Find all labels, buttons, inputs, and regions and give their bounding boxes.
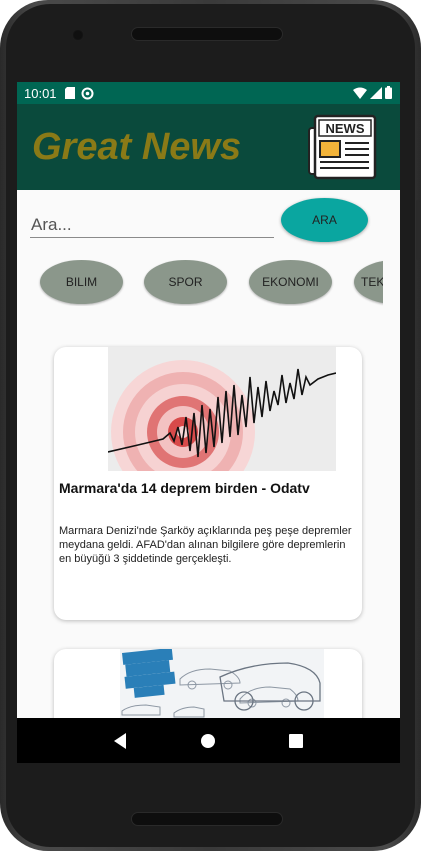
back-icon[interactable] (111, 731, 131, 751)
newspaper-logo-icon: NEWS (308, 114, 377, 180)
top-speaker (131, 27, 283, 41)
seismograph-image (108, 347, 336, 471)
wifi-icon (353, 87, 367, 102)
app-title: Great News (32, 126, 242, 168)
data-saver-icon (81, 87, 94, 100)
sd-card-icon (64, 87, 75, 99)
front-camera (72, 29, 84, 41)
recents-icon[interactable] (286, 731, 306, 751)
car-sketch-image (120, 649, 324, 719)
logo-text: NEWS (326, 121, 365, 136)
status-bar: 10:01 (17, 82, 400, 104)
category-bilim-button[interactable]: BILIM (40, 260, 123, 304)
news-card[interactable]: Marmara'da 14 deprem birden - Odatv Marm… (54, 347, 362, 620)
bottom-speaker (131, 812, 283, 826)
home-icon[interactable] (198, 731, 218, 751)
news-title: Marmara'da 14 deprem birden - Odatv (59, 480, 310, 496)
signal-icon (370, 86, 382, 102)
category-ekonomi-button[interactable]: EKONOMI (249, 260, 332, 304)
volume-button (416, 200, 420, 260)
category-spor-button[interactable]: SPOR (144, 260, 227, 304)
screen: 10:01 Great News NEWS Ara... ARA BILIM S… (17, 82, 400, 763)
app-bar: Great News NEWS (17, 104, 400, 190)
navigation-bar (17, 718, 400, 763)
search-input[interactable] (30, 212, 274, 238)
category-teknoloji-button[interactable]: TEKNOLOJI (354, 260, 383, 304)
search-button[interactable]: ARA (281, 198, 368, 242)
battery-icon (385, 86, 392, 102)
status-time: 10:01 (24, 85, 57, 101)
category-list: BILIM SPOR EKONOMI TEKNOLOJI (17, 260, 383, 306)
news-description: Marmara Denizi'nde Şarköy açıklarında pe… (59, 525, 352, 565)
